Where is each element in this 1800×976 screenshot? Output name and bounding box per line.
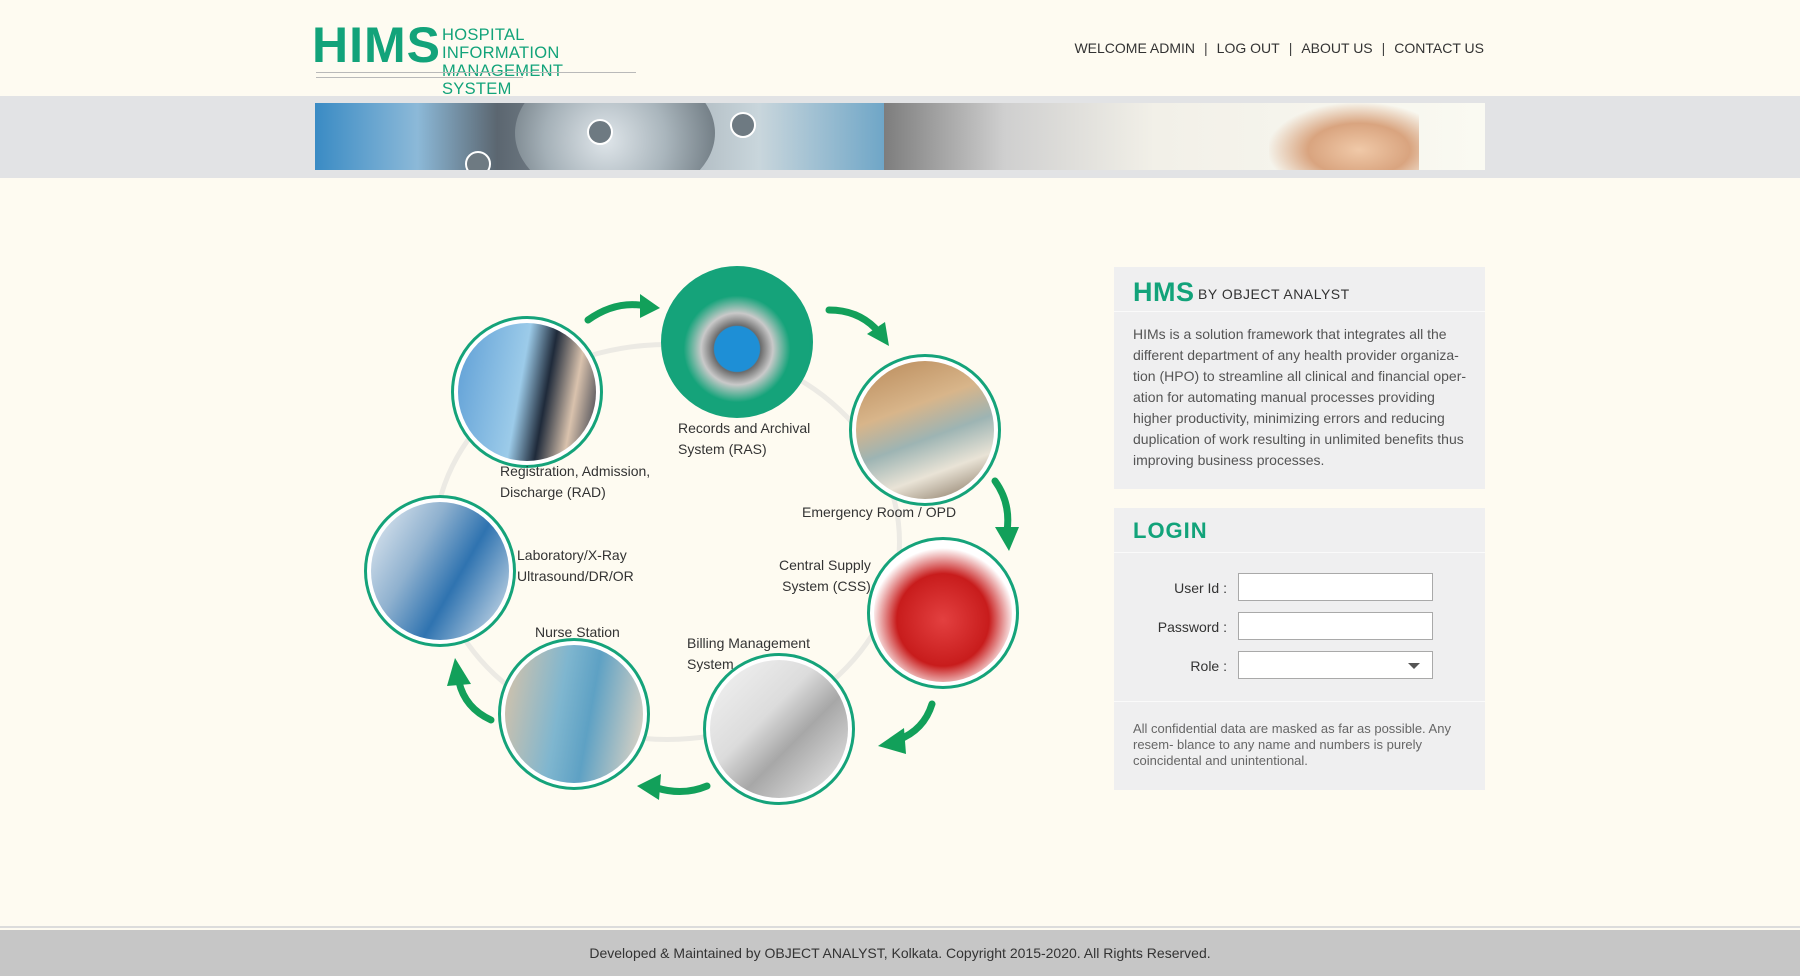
nurse-icon [505, 645, 643, 783]
logout-link[interactable]: LOG OUT [1217, 40, 1280, 56]
hospital-bed-icon [856, 361, 994, 499]
footer: Developed & Maintained by OBJECT ANALYST… [0, 930, 1800, 976]
caduceus-heart-icon [874, 544, 1012, 682]
logo-divider-long [316, 72, 636, 73]
registration-label: Registration, Admission, Discharge (RAD) [500, 463, 651, 500]
nav-separator: | [1288, 40, 1293, 56]
logo[interactable]: HIMS HOSPITAL INFORMATION MANAGEMENT SYS… [312, 17, 636, 98]
billing-label: Billing Management System [687, 635, 810, 672]
network-node-icon [465, 151, 491, 170]
footer-divider [0, 926, 1800, 928]
nurse-station-label: Nurse Station [535, 624, 620, 640]
arrow-icon [447, 658, 495, 724]
top-nav: WELCOME ADMIN | LOG OUT | ABOUT US | CON… [1074, 40, 1484, 56]
network-node-icon [587, 119, 613, 145]
role-label: Role : [1190, 658, 1227, 674]
about-byline: BY OBJECT ANALYST [1198, 286, 1350, 302]
arrow-icon [584, 294, 660, 324]
header: HIMS HOSPITAL INFORMATION MANAGEMENT SYS… [0, 0, 1800, 98]
globe-graphic [515, 103, 715, 170]
emergency-room-bubble[interactable] [849, 354, 1001, 506]
central-supply-label: Central Supply System (CSS) [779, 557, 871, 594]
laboratory-bubble[interactable] [364, 495, 516, 647]
logo-subtitle: HOSPITAL INFORMATION MANAGEMENT SYSTEM [442, 26, 632, 98]
role-select[interactable] [1238, 651, 1433, 679]
login-divider [1114, 701, 1485, 702]
arrow-icon [637, 774, 711, 800]
login-panel: LOGIN User Id : Password : Role : All co… [1114, 508, 1485, 790]
arrow-icon [878, 700, 936, 754]
password-label: Password : [1157, 619, 1227, 635]
arrow-icon [991, 477, 1019, 551]
welcome-text: WELCOME ADMIN [1074, 40, 1196, 56]
contact-us-link[interactable]: CONTACT US [1394, 40, 1484, 56]
arrow-icon [825, 306, 889, 346]
billing-stethoscope-icon [710, 660, 848, 798]
about-description: HIMs is a solution framework that integr… [1133, 326, 1467, 468]
network-node-icon [730, 112, 756, 138]
central-supply-bubble[interactable] [867, 537, 1019, 689]
registration-desk-icon [458, 323, 596, 461]
user-id-input[interactable] [1238, 573, 1433, 601]
emergency-room-label: Emergency Room / OPD [802, 504, 957, 520]
banner-support-image [884, 103, 1485, 170]
about-panel: HMS BY OBJECT ANALYST HIMs is a solution… [1114, 267, 1485, 489]
about-us-link[interactable]: ABOUT US [1301, 40, 1372, 56]
footer-copyright: Developed & Maintained by OBJECT ANALYST… [589, 945, 1211, 961]
records-archival-bubble[interactable] [661, 266, 813, 418]
support-agent-graphic [1269, 103, 1419, 170]
logo-divider-short [316, 77, 523, 78]
laboratory-icon [371, 502, 509, 640]
password-input[interactable] [1238, 612, 1433, 640]
user-id-label: User Id : [1174, 580, 1227, 596]
login-panel-header: LOGIN [1114, 508, 1485, 553]
laptop-stethoscope-icon [668, 273, 806, 411]
about-panel-header: HMS BY OBJECT ANALYST [1114, 267, 1485, 312]
nav-separator: | [1381, 40, 1386, 56]
module-cycle-diagram: Records and Archival System (RAS) Emerge… [355, 262, 1035, 822]
registration-bubble[interactable] [451, 316, 603, 468]
nurse-station-bubble[interactable] [498, 638, 650, 790]
logo-subtitle-line1: HOSPITAL INFORMATION [442, 26, 560, 62]
banner-image [315, 103, 1485, 170]
about-title: HMS [1133, 277, 1195, 307]
chevron-down-icon [1408, 663, 1420, 669]
banner-network-image [315, 103, 884, 170]
logo-subtitle-line2: MANAGEMENT SYSTEM [442, 62, 563, 98]
login-title: LOGIN [1133, 518, 1208, 543]
records-archival-label: Records and Archival System (RAS) [678, 420, 811, 457]
disclaimer-text: All confidential data are masked as far … [1133, 721, 1451, 768]
nav-separator: | [1204, 40, 1208, 56]
logo-hims: HIMS [312, 17, 441, 73]
billing-bubble[interactable] [703, 653, 855, 805]
laboratory-label: Laboratory/X-Ray Ultrasound/DR/OR [517, 547, 634, 584]
